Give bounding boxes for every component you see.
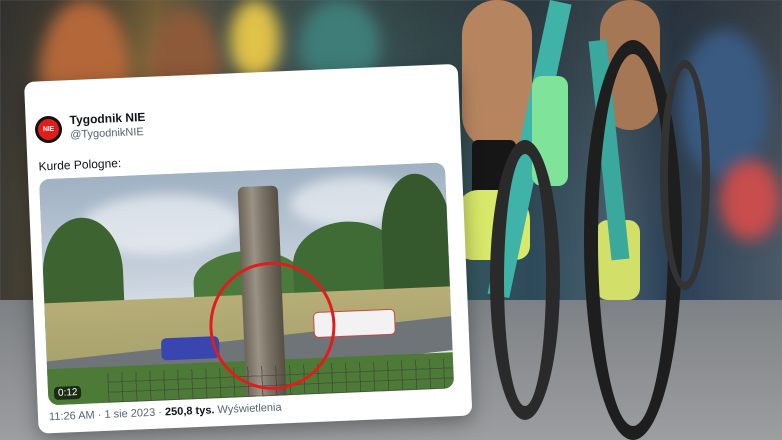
avatar[interactable]: NIE	[34, 115, 63, 144]
avatar-logo: NIE	[37, 118, 60, 141]
cyclist-leg	[462, 0, 532, 150]
views-count: 250,8 tys.	[164, 404, 215, 419]
tweet-video[interactable]: 0:12	[39, 162, 455, 406]
tweet-card[interactable]: NIE Tygodnik NIE @TygodnikNIE Kurde Polo…	[24, 63, 473, 434]
blurred-rider	[230, 0, 280, 80]
blurred-rider	[720, 160, 780, 240]
rear-wheel	[490, 140, 560, 420]
video-timestamp: 0:12	[53, 385, 82, 401]
meta-separator: ·	[97, 409, 102, 422]
meta-separator: ·	[158, 406, 163, 419]
tweet-date[interactable]: 1 sie 2023	[104, 407, 155, 421]
tweet-text: Kurde Pologne:	[38, 156, 122, 174]
views-label: Wyświetlenia	[217, 401, 282, 417]
user-handle[interactable]: @TygodnikNIE	[70, 126, 144, 141]
tweet-meta: 11:26 AM · 1 sie 2023 · 250,8 tys. Wyświ…	[49, 402, 282, 424]
background-wheel	[660, 60, 710, 290]
tweet-time[interactable]: 11:26 AM	[49, 409, 95, 423]
display-name[interactable]: Tygodnik NIE	[69, 110, 145, 127]
